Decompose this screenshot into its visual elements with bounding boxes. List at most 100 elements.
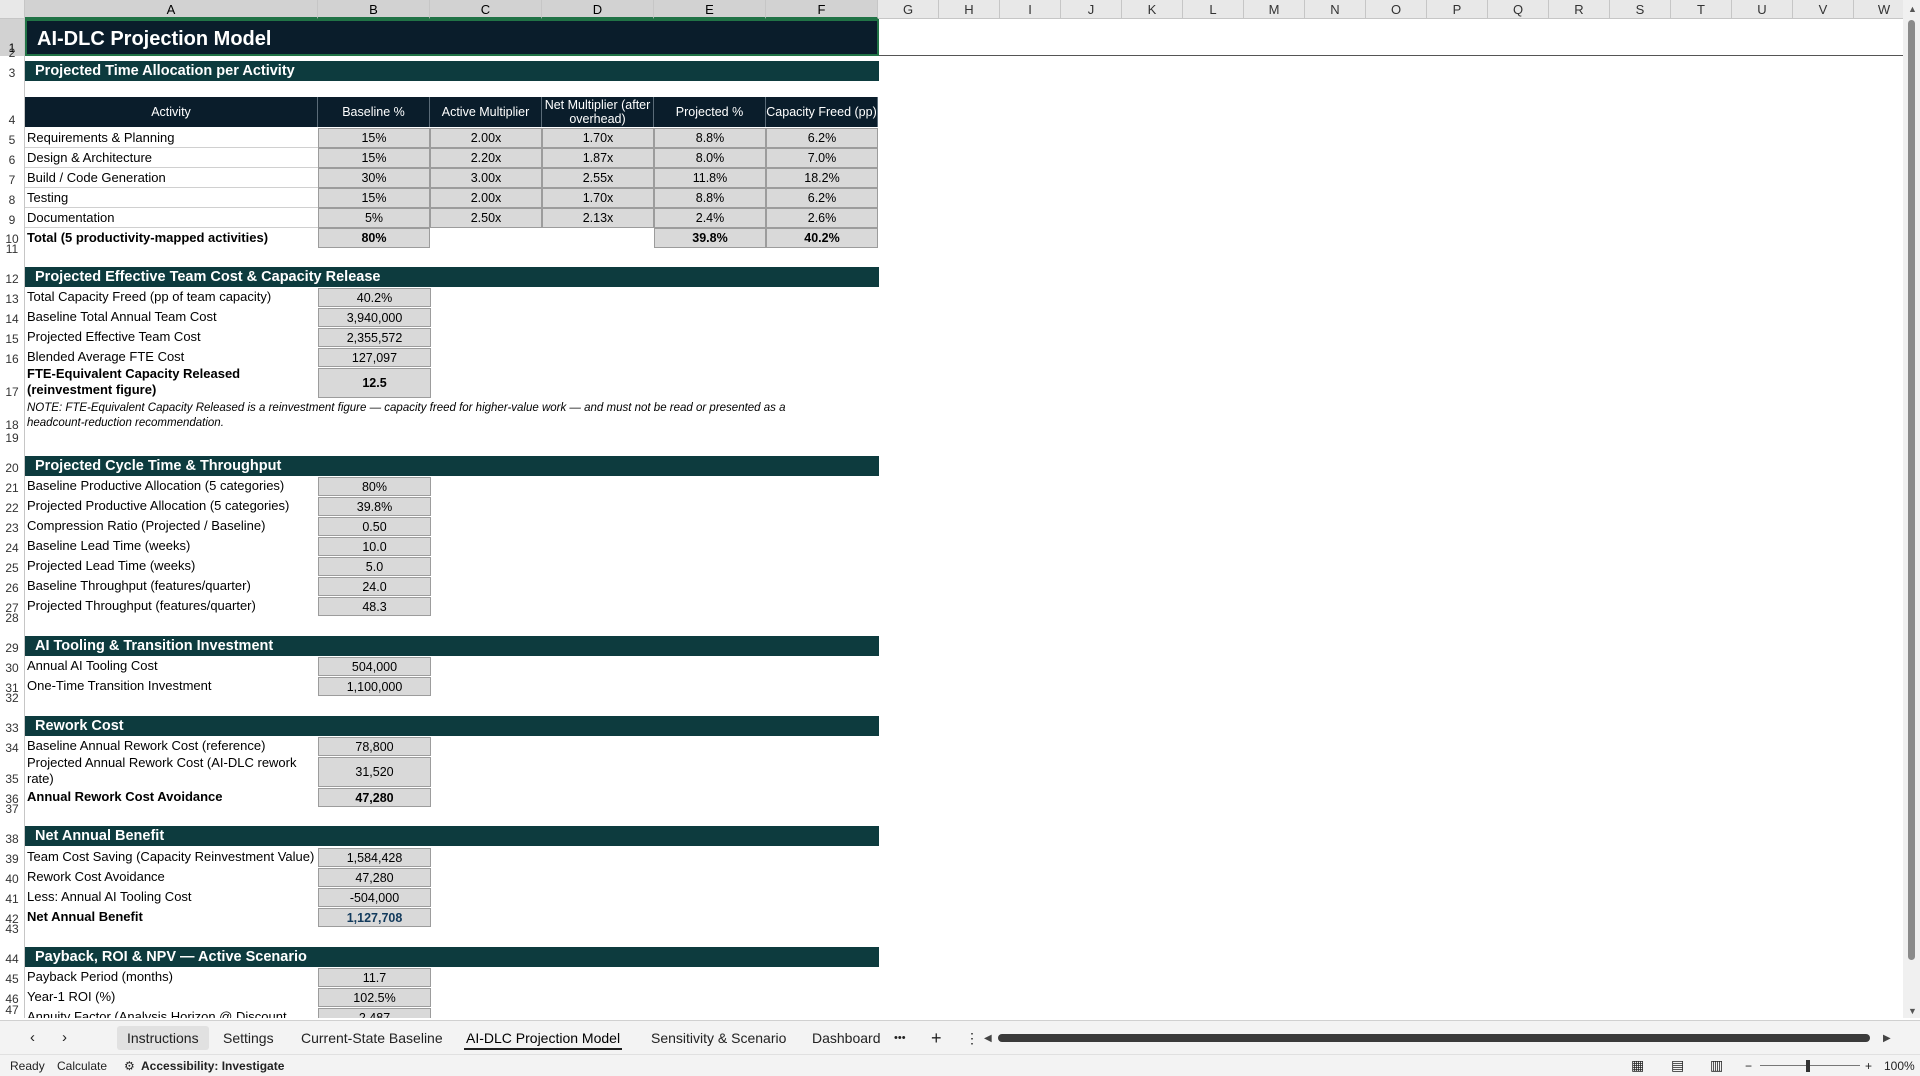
row-header-6[interactable]: 6 [0,148,25,168]
row-header-41[interactable]: 41 [0,887,25,907]
column-header-e[interactable]: E [654,0,766,19]
column-header-s[interactable]: S [1610,0,1671,19]
tab-current-state-baseline[interactable]: Current-State Baseline [291,1026,453,1050]
cycle-value[interactable]: 0.50 [318,517,431,536]
tooling-value[interactable]: 504,000 [318,657,431,676]
allocation-cell[interactable]: 11.8% [654,168,766,188]
allocation-cell[interactable]: 2.00x [430,128,542,148]
cycle-value[interactable]: 39.8% [318,497,431,516]
payback-value[interactable]: 2.487 [318,1008,431,1018]
row-header-28[interactable]: 28 [0,611,25,626]
row-header-13[interactable]: 13 [0,287,25,307]
tab-ai-dlc-projection-model[interactable]: AI-DLC Projection Model [456,1026,630,1050]
total-cell[interactable]: 80% [318,228,430,248]
allocation-cell[interactable]: 2.50x [430,208,542,228]
row-header-15[interactable]: 15 [0,327,25,347]
row-header-9[interactable]: 9 [0,208,25,228]
team-cost-value[interactable]: 127,097 [318,348,431,367]
more-tabs-icon[interactable]: ••• [884,1026,916,1050]
team-cost-value[interactable]: 3,940,000 [318,308,431,327]
allocation-cell[interactable]: 3.00x [430,168,542,188]
vertical-scrollbar[interactable]: ▲ ▼ [1903,0,1920,1018]
row-header-30[interactable]: 30 [0,656,25,676]
column-header-h[interactable]: H [939,0,1000,19]
team-cost-value[interactable]: 40.2% [318,288,431,307]
column-header-u[interactable]: U [1732,0,1793,19]
net-benefit-item-value[interactable]: 1,584,428 [318,848,431,867]
column-header-n[interactable]: N [1305,0,1366,19]
row-header-21[interactable]: 21 [0,476,25,496]
row-header-44[interactable]: 44 [0,937,25,967]
row-header-14[interactable]: 14 [0,307,25,327]
net-benefit-value[interactable]: 1,127,708 [318,908,431,927]
column-header-f[interactable]: F [766,0,878,19]
allocation-cell[interactable]: 15% [318,188,430,208]
row-header-43[interactable]: 43 [0,922,25,937]
allocation-cell[interactable]: 2.13x [542,208,654,228]
column-header-d[interactable]: D [542,0,654,19]
zoom-slider[interactable] [1760,1065,1860,1066]
tab-settings[interactable]: Settings [213,1026,284,1050]
row-header-38[interactable]: 38 [0,817,25,847]
column-header-t[interactable]: T [1671,0,1732,19]
allocation-cell[interactable]: 7.0% [766,148,878,168]
net-benefit-item-value[interactable]: -504,000 [318,888,431,907]
net-benefit-item-value[interactable]: 47,280 [318,868,431,887]
tab-dashboard[interactable]: Dashboard [802,1026,891,1050]
allocation-cell[interactable]: 2.6% [766,208,878,228]
allocation-cell[interactable]: 15% [318,148,430,168]
row-header-32[interactable]: 32 [0,691,25,706]
next-sheet-icon[interactable]: › [52,1026,77,1050]
row-header-19[interactable]: 19 [0,431,25,446]
column-header-c[interactable]: C [430,0,542,19]
column-header-l[interactable]: L [1183,0,1244,19]
row-header-34[interactable]: 34 [0,736,25,756]
tooling-value[interactable]: 1,100,000 [318,677,431,696]
row-header-35[interactable]: 35 [0,756,25,787]
row-header-23[interactable]: 23 [0,516,25,536]
column-header-m[interactable]: M [1244,0,1305,19]
page-break-icon[interactable]: ▥ [1710,1057,1723,1074]
row-header-45[interactable]: 45 [0,967,25,987]
allocation-cell[interactable]: 2.00x [430,188,542,208]
cycle-value[interactable]: 48.3 [318,597,431,616]
cycle-value[interactable]: 24.0 [318,577,431,596]
column-header-a[interactable]: A [25,0,318,19]
cycle-value[interactable]: 5.0 [318,557,431,576]
row-header-40[interactable]: 40 [0,867,25,887]
rework-baseline-value[interactable]: 78,800 [318,737,431,756]
vertical-scroll-thumb[interactable] [1908,20,1915,960]
row-header-5[interactable]: 5 [0,128,25,148]
column-header-k[interactable]: K [1122,0,1183,19]
hscroll-left-icon[interactable]: ◀ [984,1033,992,1044]
zoom-out-icon[interactable]: − [1745,1059,1752,1073]
allocation-cell[interactable]: 8.8% [654,128,766,148]
allocation-cell[interactable]: 8.0% [654,148,766,168]
allocation-cell[interactable]: 2.20x [430,148,542,168]
page-layout-icon[interactable]: ▤ [1671,1057,1684,1074]
status-calculate[interactable]: Calculate [57,1059,107,1073]
row-header-26[interactable]: 26 [0,576,25,596]
allocation-cell[interactable]: 30% [318,168,430,188]
column-header-b[interactable]: B [318,0,430,19]
column-header-r[interactable]: R [1549,0,1610,19]
row-header-24[interactable]: 24 [0,536,25,556]
row-header-39[interactable]: 39 [0,847,25,867]
payback-value[interactable]: 11.7 [318,968,431,987]
prev-sheet-icon[interactable]: ‹ [20,1026,45,1050]
column-header-g[interactable]: G [878,0,939,19]
row-header-16[interactable]: 16 [0,347,25,367]
spreadsheet-grid[interactable]: ABCDEFGHIJKLMNOPQRSTUVW 1234567891011121… [0,0,1920,1018]
row-header-20[interactable]: 20 [0,446,25,476]
allocation-cell[interactable]: 1.87x [542,148,654,168]
zoom-level[interactable]: 100% [1884,1059,1915,1073]
column-header-p[interactable]: P [1427,0,1488,19]
row-header-12[interactable]: 12 [0,257,25,287]
allocation-cell[interactable]: 5% [318,208,430,228]
tab-sensitivity-scenario[interactable]: Sensitivity & Scenario [641,1026,796,1050]
allocation-cell[interactable]: 8.8% [654,188,766,208]
total-cell[interactable]: 39.8% [654,228,766,248]
allocation-cell[interactable]: 2.4% [654,208,766,228]
allocation-cell[interactable]: 2.55x [542,168,654,188]
allocation-cell[interactable]: 18.2% [766,168,878,188]
